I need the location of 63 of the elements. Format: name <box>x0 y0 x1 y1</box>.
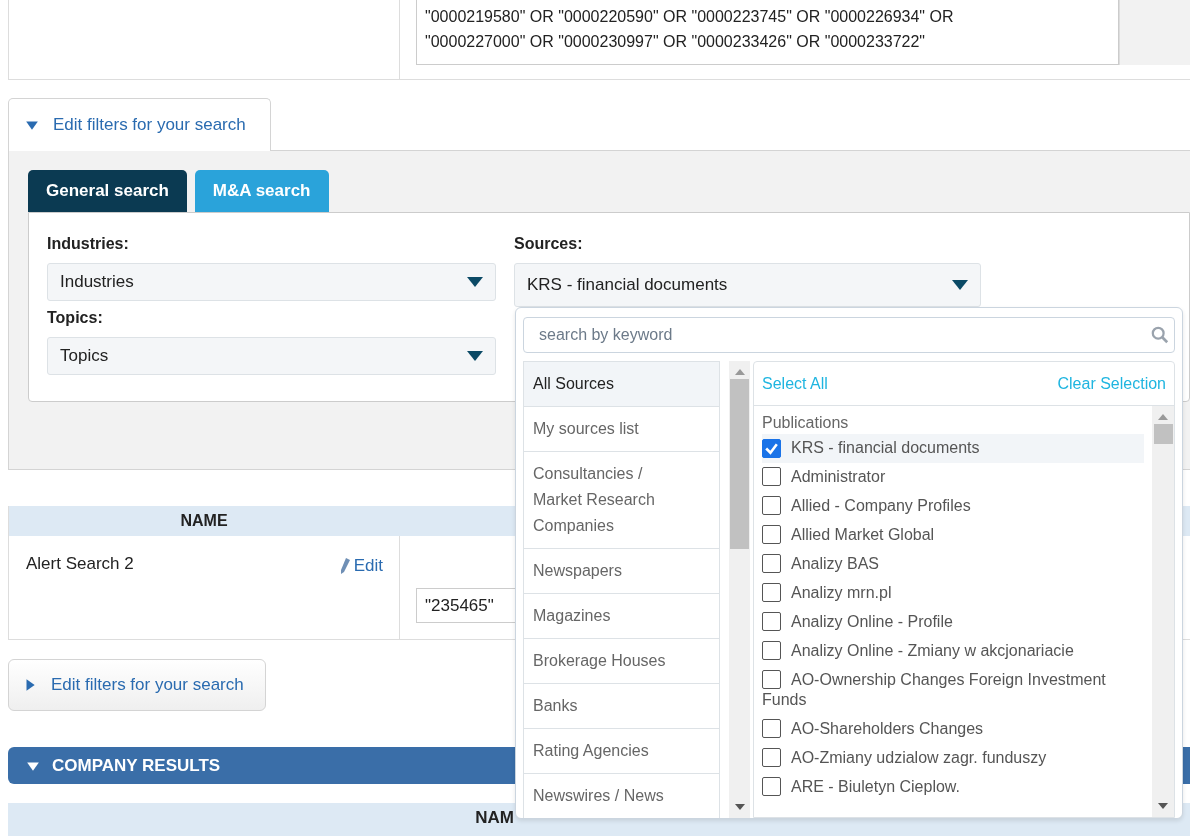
sources-dropdown[interactable]: KRS - financial documents <box>514 263 981 307</box>
side-panel <box>1119 0 1190 65</box>
source-item[interactable]: KRS - financial documents <box>762 434 1144 463</box>
checkbox[interactable] <box>762 525 781 544</box>
checkbox[interactable] <box>762 612 781 631</box>
field-label: Industries: <box>47 235 130 253</box>
search-icon <box>1151 326 1169 344</box>
source-item[interactable]: Analizy Online - Zmiany w akcjonariacie <box>762 637 1144 666</box>
caret-icon <box>952 280 968 290</box>
edit-link[interactable]: Edit <box>339 556 383 576</box>
scrollbar[interactable] <box>729 361 750 818</box>
field-label: Topics: <box>47 309 104 327</box>
category-item[interactable]: Brokerage Houses <box>524 639 719 684</box>
field-label: Sources: <box>514 235 584 253</box>
scroll-thumb[interactable] <box>1153 424 1173 444</box>
source-item[interactable]: Administrator <box>762 463 1144 492</box>
caret-icon <box>467 351 483 361</box>
checkbox[interactable] <box>762 554 781 573</box>
category-item[interactable]: Consultancies / Market Research Companies <box>524 452 719 549</box>
search-field[interactable]: search by keyword <box>523 317 1175 353</box>
source-item[interactable]: AO-Zmiany udzialow zagr. funduszy <box>762 744 1144 773</box>
edit-filters-tab[interactable]: Edit filters for your search <box>8 98 271 151</box>
alert-name: Alert Search 2 <box>26 554 134 574</box>
category-item[interactable]: Newswires / News <box>524 774 719 818</box>
scrollbar[interactable] <box>1152 406 1174 817</box>
query-text-box[interactable]: "0000219580" OR "0000220590" OR "0000223745" OR "0000226934" OR "0000227000" OR "0000230997" OR "0000233426" OR "0000233722" <box>416 0 1119 65</box>
category-item[interactable]: Magazines <box>524 594 719 639</box>
checkbox[interactable] <box>762 641 781 660</box>
search-tab[interactable]: General search <box>28 170 187 212</box>
checkbox[interactable] <box>762 496 781 515</box>
category-item[interactable]: Newspapers <box>524 549 719 594</box>
category-item[interactable]: My sources list <box>524 407 719 452</box>
category-item[interactable]: Banks <box>524 684 719 729</box>
source-item[interactable]: Allied - Company Profiles <box>762 492 1144 521</box>
group-label: Publications <box>762 414 850 432</box>
scroll-up-icon <box>734 369 745 375</box>
scroll-thumb[interactable] <box>730 379 749 549</box>
industries-dropdown[interactable]: Industries <box>47 263 496 301</box>
source-item[interactable]: Allied Market Global <box>762 521 1144 550</box>
checkbox[interactable] <box>762 583 781 602</box>
edit-filters-button[interactable]: Edit filters for your search <box>8 659 266 711</box>
scroll-up-icon <box>1158 414 1168 420</box>
checkbox[interactable] <box>762 670 781 689</box>
category-item[interactable]: Rating Agencies <box>524 729 719 774</box>
source-item[interactable]: Analizy mrn.pl <box>762 579 1144 608</box>
source-item[interactable]: Analizy BAS <box>762 550 1144 579</box>
source-item[interactable]: AO-Shareholders Changes <box>762 715 1144 744</box>
checkbox[interactable] <box>762 467 781 486</box>
scroll-down-icon <box>1158 803 1168 809</box>
source-item[interactable]: ARE - Biuletyn Cieplow. <box>762 773 1144 802</box>
checkbox[interactable] <box>762 719 781 738</box>
checkbox[interactable] <box>762 439 781 458</box>
source-item[interactable]: Analizy Online - Profile <box>762 608 1144 637</box>
source-item[interactable]: AO-Ownership Changes Foreign Investment Funds <box>762 666 1144 715</box>
column-header: NAM <box>475 807 514 829</box>
category-item[interactable]: All Sources <box>524 362 719 407</box>
caret-icon <box>467 277 483 287</box>
checkbox[interactable] <box>762 748 781 767</box>
topics-dropdown[interactable]: Topics <box>47 337 496 375</box>
column-header: NAME <box>179 511 229 531</box>
pencil-icon <box>339 558 350 574</box>
scroll-down-icon <box>734 804 745 810</box>
checkbox[interactable] <box>762 777 781 796</box>
